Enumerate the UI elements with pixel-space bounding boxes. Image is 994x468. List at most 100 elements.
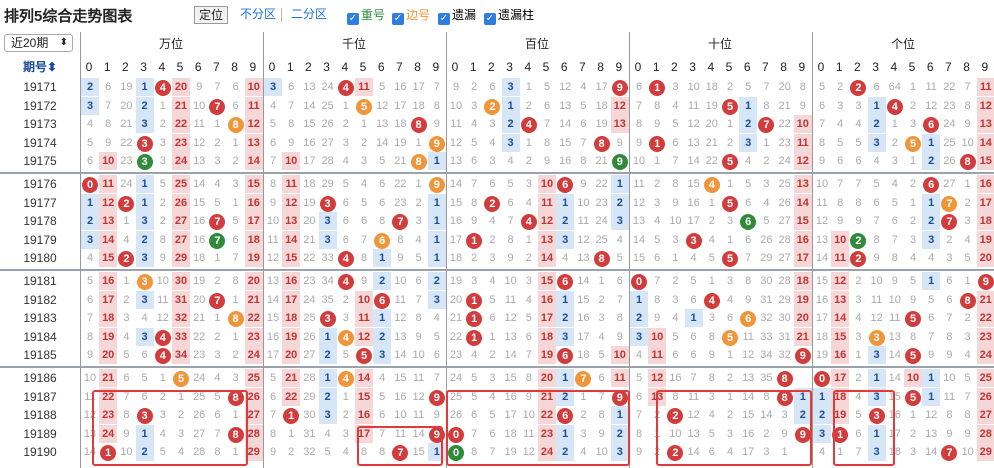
- trend-cell: 3: [232, 372, 239, 384]
- trend-cell: 31: [778, 330, 791, 343]
- trend-cell: 2: [135, 230, 154, 249]
- trend-cell: 18: [793, 272, 812, 290]
- trend-cell: 11: [355, 309, 373, 328]
- trend-cell: 16: [266, 330, 280, 343]
- trend-cell: 1: [763, 136, 770, 149]
- group-divider: [0, 269, 994, 271]
- trend-cell: 35: [760, 372, 773, 384]
- draw-ball: 8: [410, 154, 427, 171]
- trend-cell: 22: [282, 387, 301, 406]
- trend-cell: 3: [123, 312, 130, 325]
- trend-cell: 20: [705, 118, 718, 131]
- trend-cell: 6: [543, 99, 551, 112]
- trend-cell: 7: [763, 81, 770, 93]
- trend-cell: 2: [81, 212, 99, 231]
- trend-cell: 9: [507, 252, 514, 265]
- trend-cell: 21: [778, 99, 791, 112]
- trend-cell: 1: [684, 309, 703, 328]
- trend-cell: 23: [193, 349, 206, 362]
- draw-ball: 9: [611, 80, 628, 96]
- section-header: 百位: [524, 37, 549, 51]
- trend-cell: 3: [232, 178, 239, 190]
- trend-cell: 9: [837, 215, 844, 228]
- draw-ball: 5: [722, 195, 738, 212]
- trend-cell: 2: [471, 252, 478, 265]
- trend-cell: 2: [288, 446, 295, 459]
- trend-cell: 13: [632, 215, 646, 228]
- trend-cell: 20: [778, 81, 791, 93]
- period-select[interactable]: 近20期 ⬍: [4, 34, 73, 52]
- draw-ball: 6: [374, 232, 391, 249]
- trend-cell: 8: [837, 196, 844, 209]
- trend-cell: 4: [562, 252, 569, 265]
- trend-cell: 14: [888, 372, 901, 384]
- trend-cell: 9: [946, 349, 953, 362]
- trend-cell: 1: [556, 193, 575, 212]
- trend-cell: 3: [489, 372, 496, 384]
- issue-header[interactable]: 期号⬍: [0, 58, 80, 76]
- digit-header: 7: [762, 60, 769, 74]
- trend-cell: 8: [909, 330, 917, 343]
- trend-cell: 23: [778, 136, 791, 149]
- trend-cell: 3: [867, 346, 886, 365]
- trend-cell: 22: [244, 309, 263, 328]
- trend-cell: [794, 369, 812, 387]
- draw-ball: 9: [977, 274, 994, 290]
- draw-ball: 4: [337, 80, 354, 96]
- trend-cell: 8: [946, 409, 953, 422]
- group-divider: [0, 366, 994, 368]
- trend-cell: 8: [86, 330, 94, 343]
- locate-button[interactable]: 定位: [194, 6, 229, 24]
- trend-cell: 13: [793, 175, 812, 193]
- draw-ball: 7: [575, 371, 592, 387]
- digit-header: 7: [945, 60, 952, 74]
- trend-cell: 19: [449, 275, 463, 287]
- trend-cell: 17: [687, 215, 700, 228]
- trend-cell: 22: [172, 115, 190, 134]
- draw-ball: 5: [905, 348, 921, 365]
- trend-cell: 3: [610, 212, 629, 231]
- missing-checkbox[interactable]: ✓ 遗漏: [438, 6, 476, 25]
- trend-cell: 5: [672, 330, 679, 343]
- trend-cell: 2: [214, 275, 221, 287]
- trend-cell: 7: [690, 372, 697, 384]
- trend-cell: 18: [976, 212, 994, 231]
- trend-cell: 5: [598, 349, 605, 362]
- trend-cell: 17: [282, 290, 301, 309]
- trend-cell: 6: [269, 390, 277, 403]
- draw-ball: 3: [136, 154, 153, 171]
- trend-cell: 1: [922, 272, 941, 290]
- trend-cell: 4: [471, 118, 478, 131]
- trend-cell: 4: [141, 312, 148, 325]
- trend-cell: 30: [778, 312, 791, 325]
- edge-checkbox[interactable]: ✓ 边号: [392, 6, 430, 25]
- trend-cell: 8: [672, 178, 679, 190]
- trend-cell: 4: [471, 349, 478, 362]
- trend-cell: 3: [501, 78, 520, 96]
- trend-cell: 4: [598, 330, 605, 343]
- trend-cell: 1: [922, 133, 941, 152]
- repeat-checkbox[interactable]: ✓ 重号: [347, 6, 385, 25]
- trend-cell: 1: [556, 369, 575, 387]
- trend-cell: 14: [559, 118, 572, 131]
- trend-cell: 2: [855, 372, 862, 384]
- draw-ball: 7: [758, 117, 775, 134]
- trend-cell: 1: [342, 99, 349, 112]
- group-divider: [0, 172, 994, 174]
- trend-cell: 4: [635, 349, 643, 362]
- trend-cell: 11: [538, 193, 556, 212]
- trend-cell: 1: [214, 312, 221, 325]
- trend-cell: 7: [672, 155, 679, 168]
- missing-bar-checkbox[interactable]: ✓ 遗漏柱: [484, 6, 534, 25]
- trend-cell: 10: [870, 275, 883, 287]
- trend-cell: 1: [123, 215, 130, 228]
- trend-cell: 1: [525, 233, 532, 246]
- trend-cell: 10: [687, 81, 700, 93]
- trend-cell: 14: [538, 249, 556, 268]
- trend-cell: 12: [394, 312, 407, 325]
- draw-ball: 6: [740, 214, 757, 231]
- no-partition-link[interactable]: 不分区: [236, 6, 280, 24]
- two-partition-link[interactable]: 二分区: [287, 6, 331, 24]
- trend-cell: 3: [81, 96, 99, 115]
- trend-cell: 8: [415, 312, 422, 325]
